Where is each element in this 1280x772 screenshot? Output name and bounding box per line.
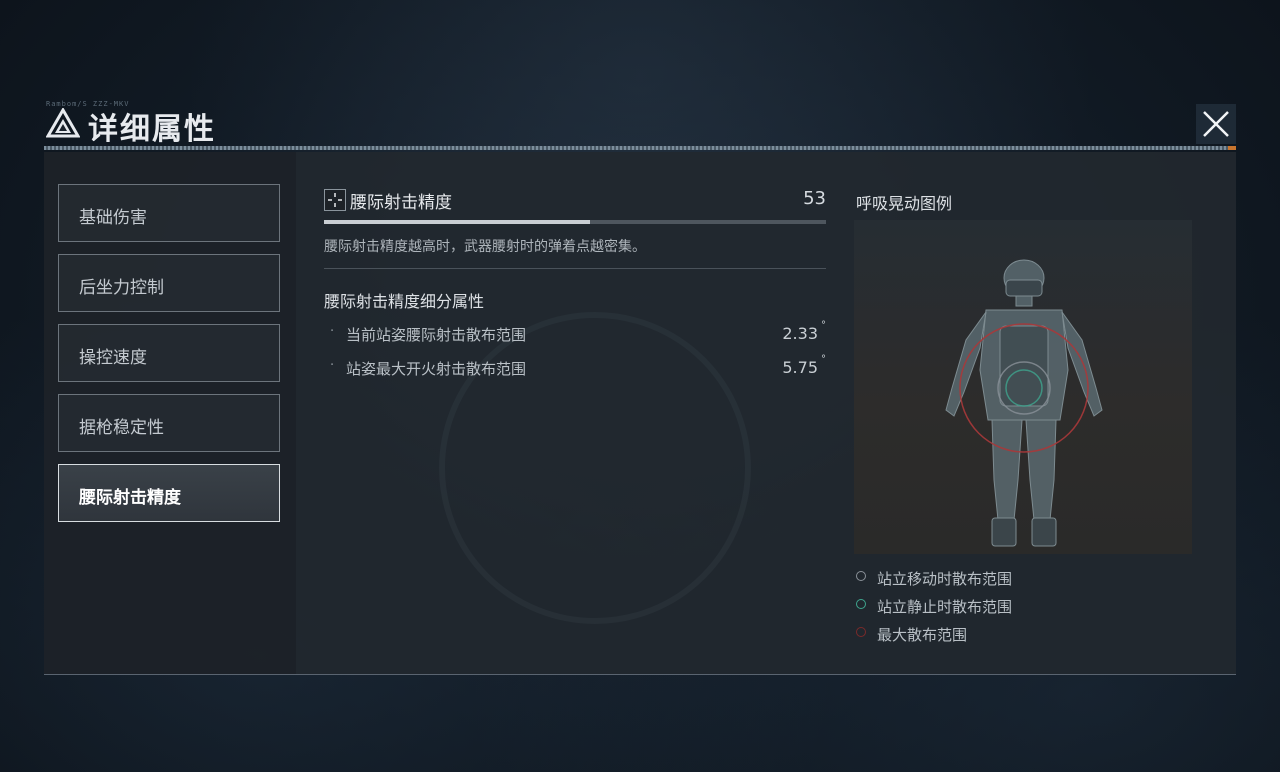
stat-name: 腰际射击精度 (350, 193, 452, 213)
sidebar-item-recoil-control[interactable]: 后坐力控制 (58, 254, 280, 312)
sub-attribute-value: 5.75 (782, 358, 818, 377)
sub-attribute-label: 当前站姿腰际射击散布范围 (346, 326, 527, 344)
sidebar-item-label: 基础伤害 (79, 208, 147, 228)
legend-title: 呼吸晃动图例 (856, 194, 953, 213)
sub-attributes-title: 腰际射击精度细分属性 (324, 292, 485, 311)
sub-attribute-row: · 站姿最大开火射击散布范围 5.75 ° (324, 354, 826, 382)
sidebar-item-aim-stability[interactable]: 据枪稳定性 (58, 394, 280, 452)
sub-attribute-value: 2.33 (782, 324, 818, 343)
sway-illustration (854, 220, 1192, 554)
sub-attribute-row: · 当前站姿腰际射击散布范围 2.33 ° (324, 320, 826, 348)
close-icon (1203, 111, 1229, 137)
ring-icon (856, 599, 866, 609)
sub-attribute-unit: ° (821, 354, 826, 365)
stat-progress-fill (324, 220, 591, 224)
sidebar-item-handling-speed[interactable]: 操控速度 (58, 324, 280, 382)
bullet: · (330, 324, 335, 339)
stat-progress-bar (324, 220, 826, 224)
legend-label: 最大散布范围 (877, 626, 968, 644)
sidebar-item-label: 据枪稳定性 (79, 418, 164, 438)
legend-label: 站立静止时散布范围 (877, 598, 1013, 616)
bullet: · (330, 358, 335, 373)
close-button[interactable] (1196, 104, 1236, 144)
legend-label: 站立移动时散布范围 (877, 570, 1013, 588)
sidebar-item-label: 操控速度 (79, 348, 147, 368)
sub-attribute-label: 站姿最大开火射击散布范围 (346, 360, 527, 378)
header-divider (44, 146, 1236, 150)
divider (324, 268, 826, 269)
sub-attribute-unit: ° (821, 320, 826, 331)
sidebar-item-base-damage[interactable]: 基础伤害 (58, 184, 280, 242)
page-title: 详细属性 (88, 112, 216, 147)
sidebar-item-label: 后坐力控制 (79, 278, 164, 298)
ring-icon (856, 627, 866, 637)
category-sidebar: 基础伤害 后坐力控制 操控速度 据枪稳定性 腰际射击精度 (44, 152, 296, 674)
stat-description: 腰际射击精度越高时，武器腰射时的弹着点越密集。 (324, 239, 646, 255)
dialog-header: Rambom/S ZZZ-MKV 详细属性 (44, 100, 1240, 152)
faction-logo-icon (46, 108, 80, 138)
attribute-panel: 基础伤害 后坐力控制 操控速度 据枪稳定性 腰际射击精度 腰际射击精度 53 腰… (44, 152, 1236, 675)
sidebar-item-hipfire-accuracy[interactable]: 腰际射击精度 (58, 464, 280, 522)
sidebar-item-label: 腰际射击精度 (79, 488, 181, 508)
ring-icon (856, 571, 866, 581)
stat-value: 53 (803, 188, 826, 209)
crosshair-icon (324, 189, 346, 211)
soldier-figure (945, 259, 1103, 547)
